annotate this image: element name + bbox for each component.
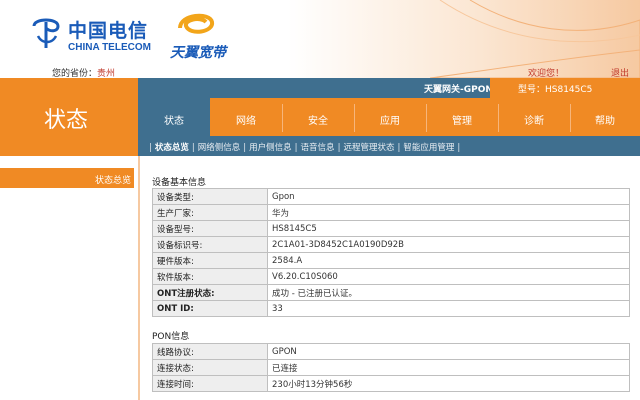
tab-label: 应用 [380, 116, 400, 127]
tab-label: 帮助 [595, 116, 615, 127]
row-key: 连接状态: [152, 359, 268, 376]
sidebar-item-label: 状态总览 [94, 176, 131, 186]
row-key: 线路协议: [152, 343, 268, 360]
table-row: 线路协议: GPON [152, 343, 630, 360]
table-row: 软件版本: V6.20.C10S060 [152, 268, 630, 285]
row-key: 硬件版本: [152, 252, 268, 269]
tab-application[interactable]: 应用 [354, 98, 426, 136]
china-telecom-logo: 中国电信 CHINA TELECOM [30, 14, 151, 58]
gateway-info-bar: 天翼网关-GPON 型号：HS8145C5 [138, 78, 640, 98]
pon-info-table: 线路协议: GPON 连接状态: 已连接 连接时间: 230小时13分钟56秒 [152, 343, 630, 392]
page-title: 状态 [44, 108, 89, 133]
subnav-divider: | [191, 143, 195, 153]
page-header: 中国电信 CHINA TELECOM 天翼宽带 您的省份：贵州 欢迎您！ 退出 [0, 0, 640, 79]
table-row: 连接时间: 230小时13分钟56秒 [152, 375, 630, 392]
row-key: ONT注册状态: [152, 284, 268, 301]
subnav-remote-management-status[interactable]: 远程管理状态 [343, 143, 394, 153]
subnav-smart-app-management[interactable]: 智能应用管理 [403, 143, 454, 153]
table-row: 设备型号: HS8145C5 [152, 220, 630, 237]
tab-label: 管理 [452, 116, 472, 127]
row-value: V6.20.C10S060 [267, 268, 630, 285]
left-spacer [0, 156, 138, 168]
device-info-title: 设备基本信息 [152, 178, 207, 188]
table-row: 设备标识号: 2C1A01-3D8452C1A0190D92B [152, 236, 630, 253]
tab-security[interactable]: 安全 [282, 98, 354, 136]
page-title-panel: 状态 [0, 78, 138, 156]
row-value: Gpon [267, 188, 630, 205]
tab-label: 诊断 [524, 116, 544, 127]
row-key: 设备标识号: [152, 236, 268, 253]
row-value: GPON [267, 343, 630, 360]
china-telecom-icon [32, 18, 60, 48]
row-value: HS8145C5 [267, 220, 630, 237]
subnav-divider: | [457, 143, 461, 153]
product-name: 天翼宽带 [170, 45, 226, 61]
pon-info-title: PON信息 [152, 332, 190, 342]
subnav-divider: | [294, 143, 298, 153]
sub-navigation: | 状态总览 | 网络侧信息 | 用户侧信息 | 语音信息 | 远程管理状态 | 智能应用管理 | [138, 136, 640, 156]
tab-diagnostics[interactable]: 诊断 [498, 98, 570, 136]
tab-status[interactable]: 状态 [138, 98, 210, 136]
gateway-name: 天翼网关-GPON [424, 85, 493, 95]
device-info-table: 设备类型: Gpon 生产厂家: 华为 设备型号: HS8145C5 设备标识号: 2C… [152, 188, 630, 317]
table-row: 连接状态: 已连接 [152, 359, 630, 376]
tianyi-broadband-logo: 天翼宽带 [170, 10, 230, 61]
subnav-divider: | [243, 143, 247, 153]
brand-name-en: CHINA TELECOM [68, 42, 151, 53]
row-value: 2584.A [267, 252, 630, 269]
row-value: 33 [267, 300, 630, 317]
subnav-status-overview[interactable]: 状态总览 [155, 143, 189, 153]
table-row: ONT注册状态: 成功 - 已注册已认证。 [152, 284, 630, 301]
subnav-voice-info[interactable]: 语音信息 [301, 143, 335, 153]
tab-network[interactable]: 网络 [210, 98, 282, 136]
subnav-divider: | [149, 143, 152, 153]
row-key: ONT ID: [152, 300, 268, 317]
sidebar-item-status-overview[interactable]: 状态总览 [0, 168, 134, 188]
subnav-network-side-info[interactable]: 网络侧信息 [198, 143, 241, 153]
table-row: 硬件版本: 2584.A [152, 252, 630, 269]
subnav-user-side-info[interactable]: 用户侧信息 [249, 143, 292, 153]
row-value: 已连接 [267, 359, 630, 376]
table-row: ONT ID: 33 [152, 300, 630, 317]
row-key: 生产厂家: [152, 204, 268, 221]
tab-management[interactable]: 管理 [426, 98, 498, 136]
row-value: 230小时13分钟56秒 [267, 375, 630, 392]
tab-label: 网络 [236, 116, 256, 127]
sidebar-divider [138, 156, 140, 400]
brand-name-cn: 中国电信 [68, 20, 149, 42]
row-key: 连接时间: [152, 375, 268, 392]
row-value: 2C1A01-3D8452C1A0190D92B [267, 236, 630, 253]
row-value: 华为 [267, 204, 630, 221]
gateway-model-box: 型号：HS8145C5 [490, 78, 640, 98]
tab-help[interactable]: 帮助 [570, 98, 640, 136]
main-tabs: 状态 网络 安全 应用 管理 诊断 帮助 [138, 98, 640, 136]
sidebar: 状态总览 [0, 168, 138, 400]
row-key: 软件版本: [152, 268, 268, 285]
tianyi-swirl-icon [178, 13, 214, 34]
row-value: 成功 - 已注册已认证。 [267, 284, 630, 301]
table-row: 设备类型: Gpon [152, 188, 630, 205]
subnav-divider: | [397, 143, 401, 153]
row-key: 设备型号: [152, 220, 268, 237]
tab-label: 状态 [164, 116, 184, 127]
gateway-model: 型号：HS8145C5 [518, 85, 593, 95]
row-key: 设备类型: [152, 188, 268, 205]
tab-label: 安全 [308, 116, 328, 127]
main-content: 设备基本信息 设备类型: Gpon 生产厂家: 华为 设备型号: HS8145C5 设… [142, 168, 640, 400]
table-row: 生产厂家: 华为 [152, 204, 630, 221]
